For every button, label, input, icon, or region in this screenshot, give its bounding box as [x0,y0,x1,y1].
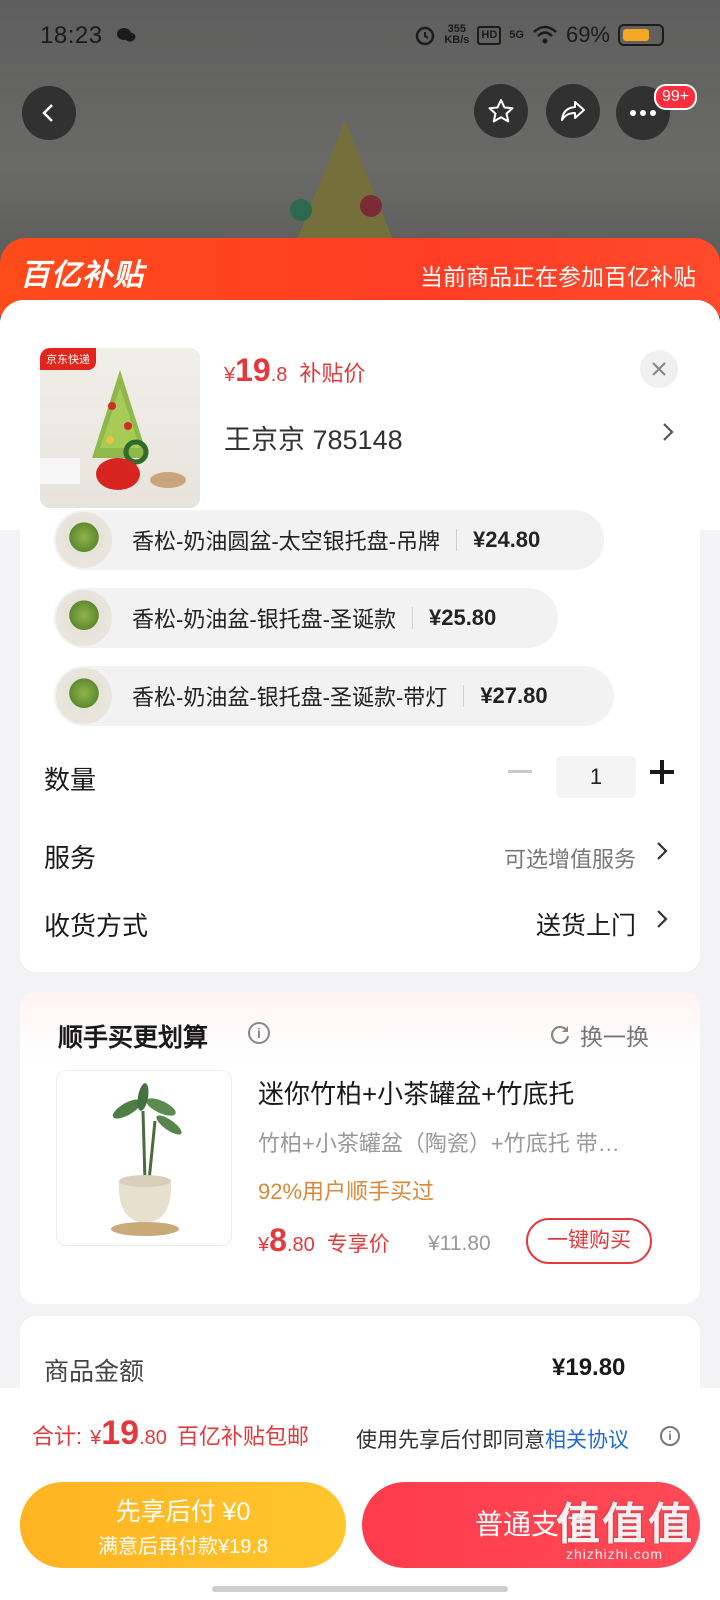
status-icons: 355 KB/s HD 5G 69% [414,22,664,48]
pay-later-button[interactable]: 先享后付 ¥0 满意后再付款¥19.8 [20,1482,346,1568]
variant-divider [455,529,457,551]
refresh-button[interactable]: 换一换 [548,1018,649,1052]
subsidy-logo: 百亿补贴 [20,259,144,292]
recommend-original-price: ¥11.80 [428,1232,491,1255]
service-value[interactable]: 可选增值服务 [504,842,636,874]
variant-option[interactable]: 香松-奶油盆-银托盘-圣诞款-带灯 ¥27.80 [54,666,614,726]
agreement-text: 使用先享后付即同意相关协议 [356,1424,629,1454]
product-thumbnail[interactable]: 京东快递 [40,348,200,508]
variant-option[interactable]: 香松-奶油盆-银托盘-圣诞款 ¥25.80 [54,588,558,648]
variant-price: ¥27.80 [480,683,548,708]
chevron-left-icon [42,104,53,122]
close-icon [652,362,666,376]
more-icon [630,110,656,116]
wifi-icon [533,25,557,44]
agreement-link[interactable]: 相关协议 [545,1429,629,1452]
price-symbol: ¥ [258,1234,270,1256]
info-icon[interactable]: i [248,1022,270,1044]
delivery-value[interactable]: 送货上门 [536,906,636,942]
delivery-address[interactable]: 王京京 785148 [224,418,403,457]
watermark: 值值值 [556,1500,694,1549]
quantity-label: 数量 [44,765,97,795]
delivery-chevron-icon[interactable] [656,908,668,936]
status-bar: 18:23 355 KB/s HD 5G 69% [0,0,720,72]
subsidy-note: 当前商品正在参加百亿补贴 [420,264,696,290]
recommend-title: 顺手买更划算 [58,1024,209,1052]
price-decimal: .8 [270,364,288,386]
total-decimal: .80 [139,1427,167,1449]
one-click-buy-button[interactable]: 一键购买 [526,1218,652,1264]
total-label: 合计: [32,1424,83,1449]
star-icon [488,99,514,123]
back-button[interactable] [22,86,76,140]
jd-express-tag: 京东快递 [40,348,96,370]
network-type: 5G [509,28,524,41]
order-total: 合计: ¥ 19 .80 百亿补贴包邮 [32,1414,309,1453]
service-chevron-icon[interactable] [656,840,668,868]
hd-icon: HD [477,25,502,45]
price-label: 补贴价 [299,361,366,386]
total-integer: 19 [101,1414,140,1452]
service-label: 服务 [44,843,97,873]
alarm-icon [416,26,435,46]
amount-value: ¥19.80 [552,1354,626,1381]
watermark-url: zhizhizhi.com [566,1546,664,1562]
share-icon [561,101,585,121]
quantity-increase-button[interactable] [650,760,674,784]
pay-later-label: 先享后付 ¥0 [115,1498,251,1526]
price-integer: 19 [235,352,271,388]
variant-option[interactable]: 香松-奶油圆盆-太空银托盘-吊牌 ¥24.80 [54,510,604,570]
price-label: 专享价 [326,1233,390,1256]
price-symbol: ¥ [224,364,236,386]
variant-divider [463,685,465,707]
variant-thumbnail [56,590,112,646]
pay-later-sublabel: 满意后再付款¥19.8 [97,1536,269,1558]
recommend-purchase-rate: 92%用户顺手买过 [258,1179,435,1204]
close-button[interactable] [640,350,678,388]
price-decimal: .80 [286,1234,315,1256]
variant-name: 香松-奶油盆-银托盘-圣诞款 [132,607,396,632]
variant-name: 香松-奶油圆盆-太空银托盘-吊牌 [132,529,440,554]
refresh-label: 换一换 [580,1024,649,1050]
wechat-icon [117,28,136,42]
net-speed-unit: KB/s [444,34,470,46]
recommend-product-name[interactable]: 迷你竹柏+小茶罐盆+竹底托 [258,1074,574,1111]
home-indicator[interactable] [212,1586,508,1592]
variant-thumbnail [56,668,112,724]
subsidy-price: ¥ 19 .8 补贴价 [224,352,365,389]
free-shipping-note: 百亿补贴包邮 [176,1424,309,1449]
variant-price: ¥25.80 [428,605,497,630]
refresh-icon [550,1025,570,1045]
quantity-decrease-button[interactable] [508,770,532,773]
agreement-prefix: 使用先享后付即同意 [356,1429,545,1452]
variant-divider [411,607,413,629]
agreement-info-icon[interactable]: i [660,1426,680,1446]
address-chevron-icon[interactable] [662,418,674,449]
variant-price: ¥24.80 [472,527,541,552]
price-integer: 8 [269,1222,287,1258]
recommend-product-desc: 竹柏+小茶罐盆（陶瓷）+竹底托 带… [258,1131,620,1156]
net-speed: 355 KB/s [444,24,469,46]
share-button[interactable] [546,84,600,138]
bamboo-plant-image [111,1083,182,1236]
favorite-button[interactable] [474,84,528,138]
quantity-input[interactable]: 1 [556,756,636,798]
variant-thumbnail [56,512,112,568]
recommend-product-image[interactable] [56,1070,232,1246]
amount-label: 商品金额 [44,1358,145,1386]
message-badge: 99+ [654,84,698,110]
battery-percent: 69% [565,22,610,47]
delivery-label: 收货方式 [44,911,149,941]
recommend-price: ¥ 8 .80 专享价 [258,1222,390,1259]
variant-name: 香松-奶油盆-银托盘-圣诞款-带灯 [132,685,448,710]
product-image [40,370,186,490]
battery-icon [618,24,664,46]
total-symbol: ¥ [90,1427,102,1449]
status-time: 18:23 [40,22,103,49]
